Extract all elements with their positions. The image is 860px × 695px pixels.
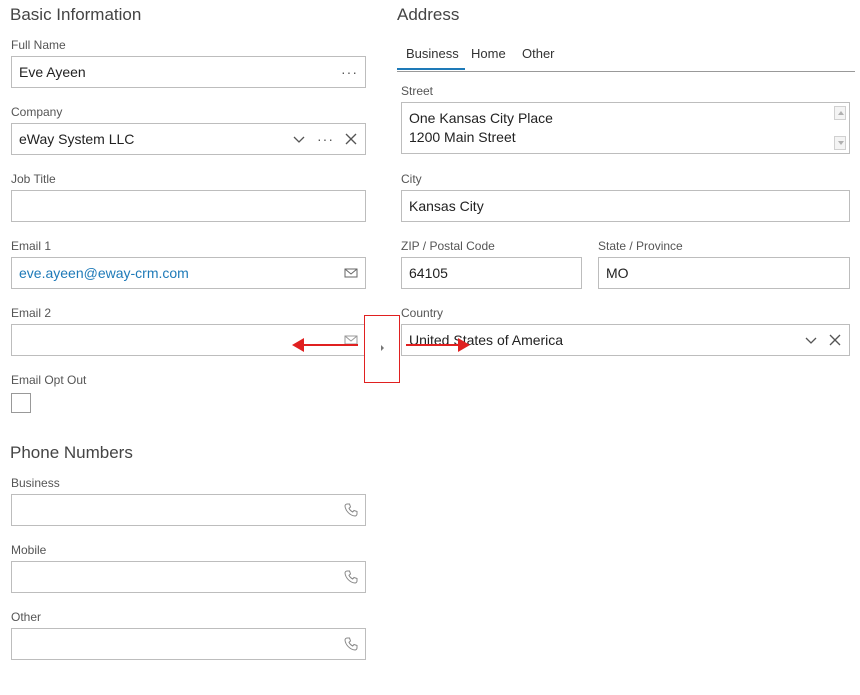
annotation-arrow-right-icon xyxy=(406,338,470,352)
job-title-field[interactable] xyxy=(11,190,366,222)
phone-business-label: Business xyxy=(11,476,60,490)
email-opt-out-checkbox[interactable] xyxy=(11,393,31,413)
phone-business-field[interactable] xyxy=(11,494,366,526)
city-value: Kansas City xyxy=(409,198,484,214)
city-field[interactable]: Kansas City xyxy=(401,190,850,222)
scroll-up-icon[interactable] xyxy=(834,106,846,120)
phone-numbers-title: Phone Numbers xyxy=(10,443,133,462)
tab-other[interactable]: Other xyxy=(522,46,555,61)
phone-mobile-label: Mobile xyxy=(11,543,47,557)
email1-field[interactable]: eve.ayeen@eway-crm.com xyxy=(11,257,366,289)
country-label: Country xyxy=(401,306,444,320)
chevron-down-icon[interactable] xyxy=(291,131,307,147)
state-label: State / Province xyxy=(598,239,683,253)
annotation-arrow-left-icon xyxy=(292,338,358,352)
email-opt-out-label: Email Opt Out xyxy=(11,373,87,387)
street-line2: 1200 Main Street xyxy=(409,129,516,145)
zip-label: ZIP / Postal Code xyxy=(401,239,495,253)
more-dots-icon[interactable]: ··· xyxy=(341,65,357,81)
column-splitter-handle[interactable] xyxy=(364,315,400,383)
phone-mobile-field[interactable] xyxy=(11,561,366,593)
full-name-field[interactable]: Eve Ayeen ··· xyxy=(11,56,366,88)
phone-icon[interactable] xyxy=(343,502,359,518)
basic-info-title: Basic Information xyxy=(10,5,142,24)
active-tab-indicator xyxy=(397,68,465,70)
company-label: Company xyxy=(11,105,63,119)
street-label: Street xyxy=(401,84,434,98)
phone-icon[interactable] xyxy=(343,569,359,585)
scroll-down-icon[interactable] xyxy=(834,136,846,150)
envelope-icon[interactable] xyxy=(343,265,359,281)
splitter-grip-icon xyxy=(381,345,384,351)
street-scrollbar[interactable] xyxy=(834,106,848,150)
close-icon[interactable] xyxy=(343,131,359,147)
email1-value[interactable]: eve.ayeen@eway-crm.com xyxy=(19,265,189,281)
street-textarea[interactable]: One Kansas City Place 1200 Main Street xyxy=(401,102,850,154)
email2-field[interactable] xyxy=(11,324,366,356)
city-label: City xyxy=(401,172,422,186)
phone-other-label: Other xyxy=(11,610,42,624)
zip-field[interactable]: 64105 xyxy=(401,257,582,289)
address-title: Address xyxy=(397,5,460,24)
company-value: eWay System LLC xyxy=(19,131,135,147)
phone-icon[interactable] xyxy=(343,636,359,652)
job-title-label: Job Title xyxy=(11,172,56,186)
close-icon[interactable] xyxy=(827,332,843,348)
email1-label: Email 1 xyxy=(11,239,52,253)
company-field[interactable]: eWay System LLC ··· xyxy=(11,123,366,155)
state-field[interactable]: MO xyxy=(598,257,850,289)
more-dots-icon[interactable]: ··· xyxy=(317,132,333,148)
full-name-value: Eve Ayeen xyxy=(19,64,86,80)
state-value: MO xyxy=(606,265,629,281)
tab-home[interactable]: Home xyxy=(471,46,506,61)
chevron-down-icon[interactable] xyxy=(803,332,819,348)
email2-label: Email 2 xyxy=(11,306,52,320)
tab-business[interactable]: Business xyxy=(406,46,459,61)
zip-value: 64105 xyxy=(409,265,448,281)
address-tabs: Business Home Other xyxy=(397,40,855,72)
phone-other-field[interactable] xyxy=(11,628,366,660)
street-line1: One Kansas City Place xyxy=(409,110,553,126)
full-name-label: Full Name xyxy=(11,38,66,52)
